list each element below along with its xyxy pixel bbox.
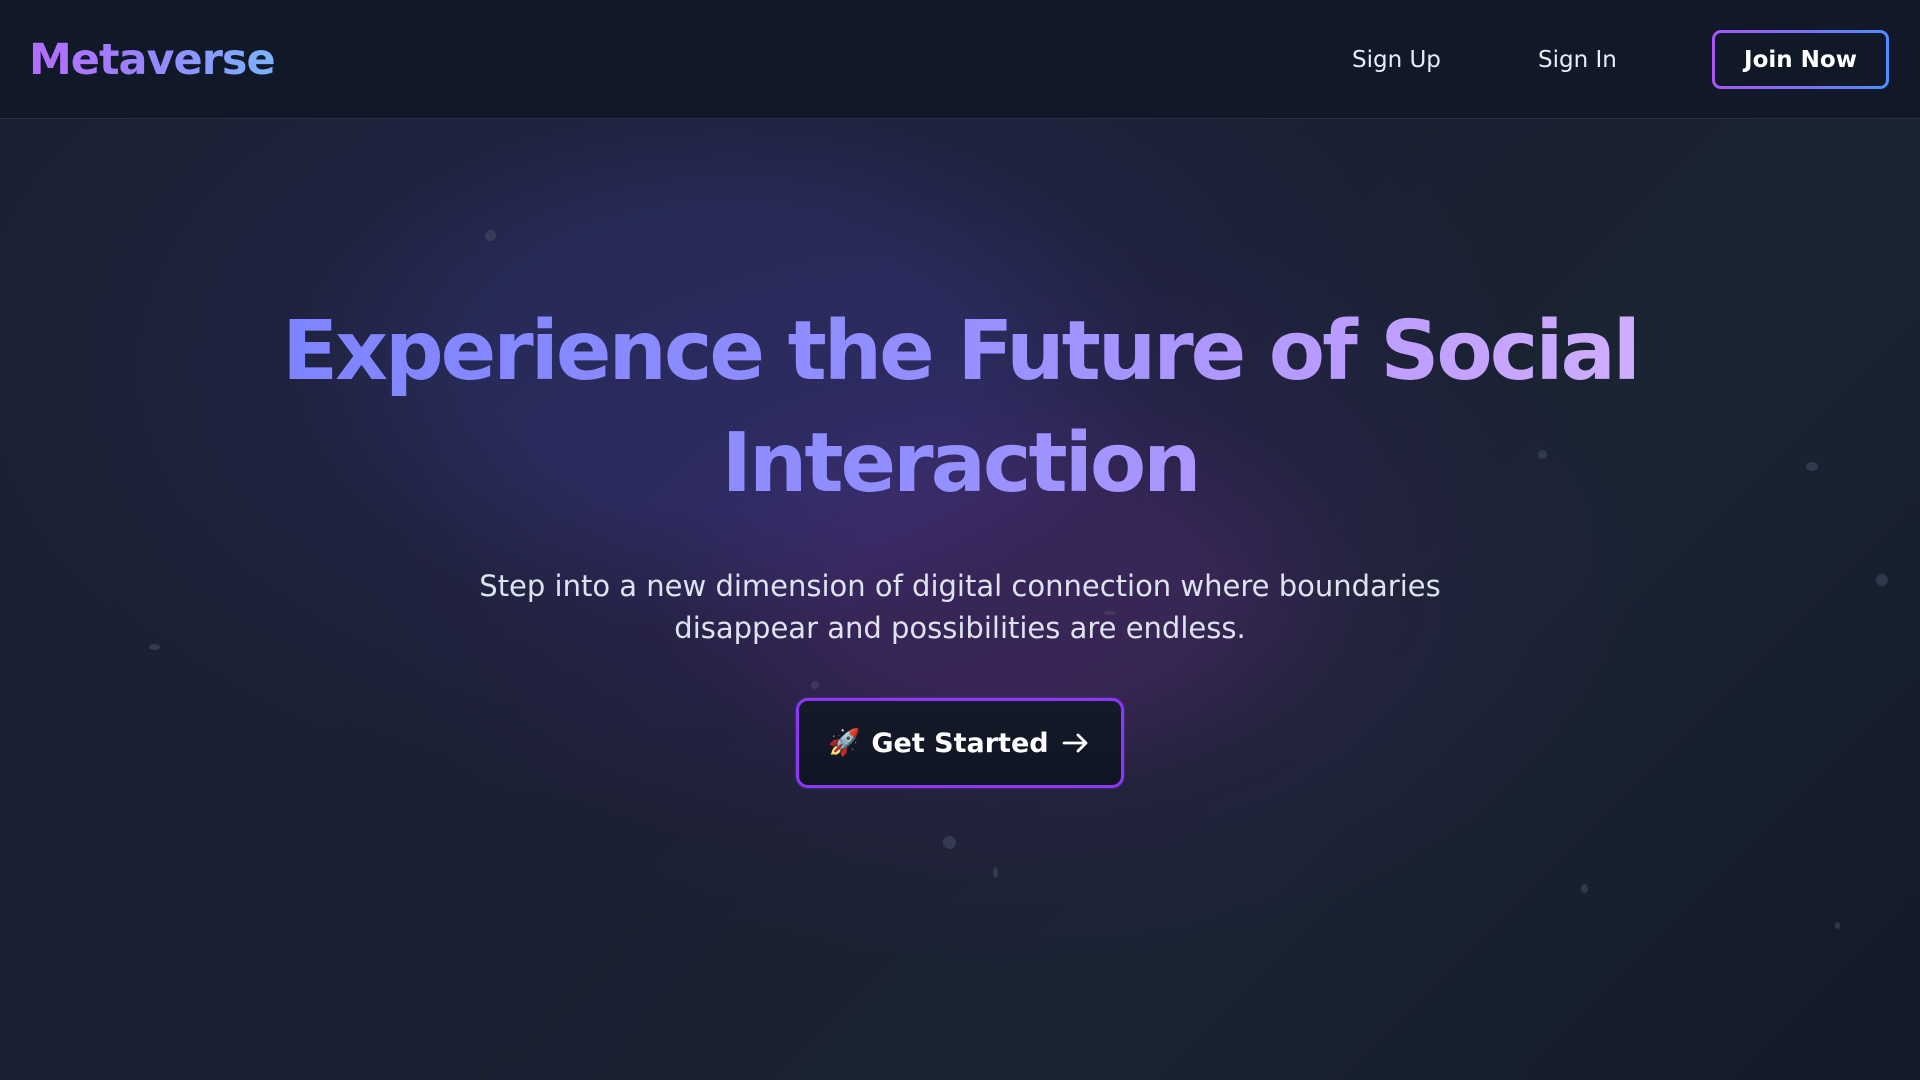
rocket-icon: 🚀 [828, 728, 861, 758]
hero-title-line-2: Interaction [721, 416, 1199, 511]
background-particle [1876, 574, 1888, 586]
hero-title: Experience the Future of Social Interact… [250, 296, 1670, 520]
background-particle [811, 681, 819, 689]
background-particle [1835, 922, 1840, 929]
hero-section: Experience the Future of Social Interact… [0, 119, 1920, 1080]
sign-in-link[interactable]: Sign In [1538, 38, 1617, 82]
background-particle [149, 644, 160, 650]
hero-subtitle: Step into a new dimension of digital con… [455, 565, 1465, 649]
brand-logo[interactable]: Metaverse [29, 28, 276, 92]
background-particle [1581, 884, 1588, 893]
background-particle [485, 230, 496, 241]
arrow-right-icon [1061, 731, 1091, 755]
background-particle [943, 836, 956, 849]
get-started-button[interactable]: 🚀 Get Started [796, 698, 1124, 788]
join-now-button[interactable]: Join Now [1712, 30, 1889, 89]
background-particle [993, 867, 998, 878]
hero-title-line-1: Experience the Future of Social [282, 304, 1638, 399]
sign-up-link[interactable]: Sign Up [1352, 38, 1441, 82]
get-started-label: Get Started [871, 727, 1049, 759]
hero-subtitle-line-1: Step into a new dimension of digital con… [479, 569, 1441, 603]
hero-subtitle-line-2: disappear and possibilities are endless. [674, 611, 1246, 645]
top-navigation: Metaverse Sign Up Sign In Join Now [0, 0, 1920, 119]
background-particle [1806, 462, 1818, 471]
landing-page: Metaverse Sign Up Sign In Join Now Exper… [0, 0, 1920, 1080]
